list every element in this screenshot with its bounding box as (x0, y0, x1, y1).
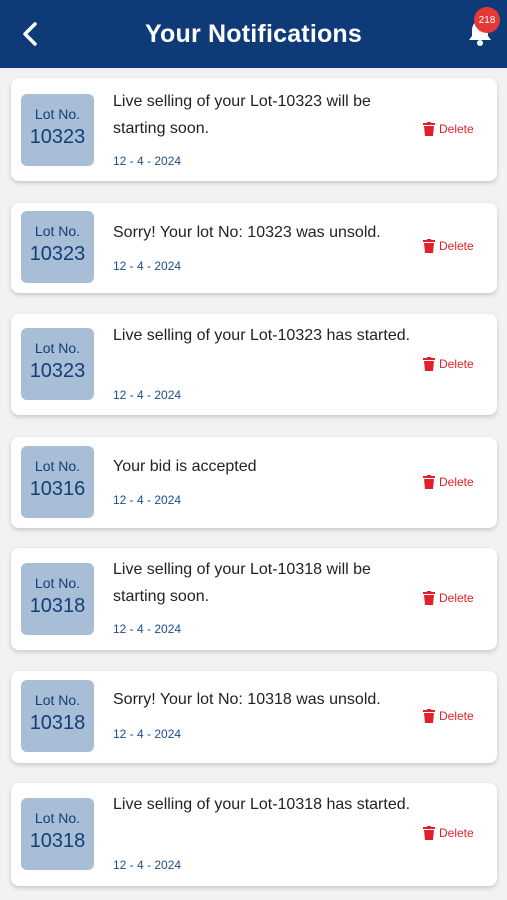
delete-label: Delete (439, 475, 474, 489)
lot-label: Lot No. (34, 106, 81, 122)
delete-label: Delete (439, 239, 474, 253)
delete-button[interactable]: Delete (423, 122, 474, 136)
lot-badge: Lot No. 10318 (21, 680, 94, 752)
notification-date: 12 - 4 - 2024 (113, 622, 182, 636)
lot-number: 10323 (29, 243, 86, 265)
notification-date: 12 - 4 - 2024 (113, 154, 182, 168)
trash-icon (423, 826, 435, 840)
notification-message: Your bid is accepted (113, 458, 257, 475)
lot-badge: Lot No. 10318 (21, 798, 94, 870)
lot-number: 10318 (29, 595, 86, 617)
lot-number: 10318 (29, 712, 86, 734)
notification-message: Live selling of your Lot-10318 will be s… (113, 561, 371, 605)
lot-number: 10323 (29, 126, 86, 148)
delete-button[interactable]: Delete (423, 475, 474, 489)
notification-count-badge: 218 (474, 7, 500, 33)
trash-icon (423, 239, 435, 253)
lot-label: Lot No. (34, 575, 81, 591)
notification-date: 12 - 4 - 2024 (113, 259, 182, 273)
notification-date: 12 - 4 - 2024 (113, 727, 182, 741)
trash-icon (423, 709, 435, 723)
delete-label: Delete (439, 709, 474, 723)
lot-label: Lot No. (34, 810, 81, 826)
lot-badge: Lot No. 10323 (21, 328, 94, 400)
notification-message: Sorry! Your lot No: 10323 was unsold. (113, 224, 381, 241)
delete-button[interactable]: Delete (423, 591, 474, 605)
notification-date: 12 - 4 - 2024 (113, 858, 182, 872)
trash-icon (423, 475, 435, 489)
notification-message: Sorry! Your lot No: 10318 was unsold. (113, 691, 381, 708)
notification-date: 12 - 4 - 2024 (113, 493, 182, 507)
delete-button[interactable]: Delete (423, 239, 474, 253)
delete-label: Delete (439, 357, 474, 371)
back-button[interactable] (14, 18, 46, 50)
notification-message: Live selling of your Lot-10323 will be s… (113, 93, 371, 137)
lot-number: 10318 (29, 830, 86, 852)
chevron-left-icon (23, 22, 37, 46)
delete-label: Delete (439, 122, 474, 136)
lot-number: 10323 (29, 360, 86, 382)
notification-card: Lot No. 10323 Live selling of your Lot-1… (11, 314, 497, 415)
notification-card: Lot No. 10316 Your bid is accepted 12 - … (11, 437, 497, 528)
notification-message: Live selling of your Lot-10323 has start… (113, 327, 411, 344)
notification-card: Lot No. 10318 Live selling of your Lot-1… (11, 548, 497, 650)
trash-icon (423, 591, 435, 605)
lot-label: Lot No. (34, 340, 81, 356)
app-header: Your Notifications 218 (0, 0, 507, 68)
delete-label: Delete (439, 591, 474, 605)
lot-badge: Lot No. 10316 (21, 446, 94, 518)
delete-button[interactable]: Delete (423, 357, 474, 371)
notification-card: Lot No. 10318 Live selling of your Lot-1… (11, 783, 497, 886)
lot-badge: Lot No. 10323 (21, 94, 94, 166)
lot-number: 10316 (29, 478, 86, 500)
page-title: Your Notifications (144, 19, 363, 48)
delete-button[interactable]: Delete (423, 826, 474, 840)
notification-card: Lot No. 10323 Live selling of your Lot-1… (11, 78, 497, 181)
lot-label: Lot No. (34, 692, 81, 708)
lot-label: Lot No. (34, 223, 81, 239)
notification-message: Live selling of your Lot-10318 has start… (113, 796, 411, 813)
notification-card: Lot No. 10318 Sorry! Your lot No: 10318 … (11, 671, 497, 763)
lot-badge: Lot No. 10323 (21, 211, 94, 283)
trash-icon (423, 357, 435, 371)
lot-badge: Lot No. 10318 (21, 563, 94, 635)
notification-date: 12 - 4 - 2024 (113, 388, 182, 402)
delete-button[interactable]: Delete (423, 709, 474, 723)
trash-icon (423, 122, 435, 136)
lot-label: Lot No. (34, 458, 81, 474)
notification-card: Lot No. 10323 Sorry! Your lot No: 10323 … (11, 203, 497, 293)
delete-label: Delete (439, 826, 474, 840)
